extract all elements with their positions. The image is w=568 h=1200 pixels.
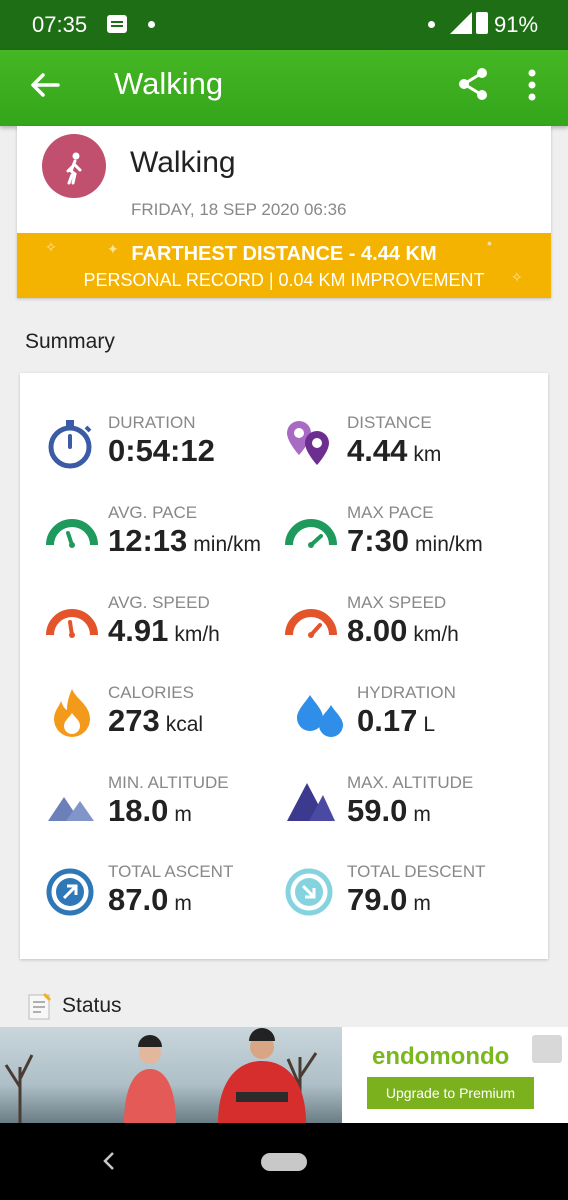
stat-unit: kcal [165, 713, 204, 736]
stat-total-descent: TOTAL DESCENT 79.0 m [285, 862, 535, 942]
record-detail: PERSONAL RECORD | 0.04 KM IMPROVEMENT [83, 270, 485, 290]
stat-value: 0:54:12 [108, 433, 215, 468]
stat-label: MAX PACE [347, 503, 434, 522]
notification-dot-icon [148, 21, 155, 28]
gauge-orange-icon [285, 609, 337, 638]
water-drops-icon [297, 695, 343, 737]
stat-duration: DURATION 0:54:12 [46, 413, 296, 493]
location-pins-icon [287, 421, 329, 465]
stat-unit: min/km [193, 533, 261, 556]
stat-unit: min/km [415, 533, 483, 556]
activity-title: Walking [130, 146, 236, 179]
gauge-green-icon [285, 519, 337, 548]
stat-unit: km/h [413, 623, 459, 646]
ascent-arrow-icon [46, 868, 94, 916]
stat-value: 59.0 [347, 793, 408, 828]
stat-max-speed: MAX SPEED 8.00 km/h [285, 593, 535, 673]
walking-avatar-icon [42, 134, 106, 198]
mountains-low-icon [48, 797, 94, 821]
summary-card: DURATION 0:54:12 DISTANCE 4.44 km AVG. PA… [20, 373, 548, 959]
stat-label: MAX. ALTITUDE [347, 773, 474, 792]
ad-choices-icon[interactable] [532, 1035, 562, 1063]
status-label: Status [62, 994, 122, 1017]
ad-brand: endomondo [372, 1043, 510, 1070]
system-nav-bar [0, 1123, 568, 1200]
stat-unit: m [174, 803, 192, 826]
stat-label: DISTANCE [347, 413, 432, 432]
stat-unit: km [413, 443, 442, 466]
stat-value: 273 [108, 703, 160, 738]
stat-value: 18.0 [108, 793, 169, 828]
gauge-green-icon [46, 519, 98, 548]
back-arrow-icon[interactable] [28, 68, 62, 102]
stat-unit: m [413, 892, 431, 915]
stopwatch-icon [48, 420, 92, 469]
stat-value: 7:30 [347, 523, 410, 558]
status-bar: 07:35 91% [0, 0, 568, 50]
page-title: Walking [114, 66, 224, 101]
ad-photo [0, 1027, 342, 1123]
notification-dot-icon [428, 21, 435, 28]
stat-value: 87.0 [108, 882, 169, 917]
personal-record-banner: ✧ ✦ ✧ • FARTHEST DISTANCE - 4.44 KM PERS… [17, 233, 551, 298]
stat-distance: DISTANCE 4.44 km [285, 413, 535, 493]
stat-label: DURATION [108, 413, 196, 432]
stat-label: TOTAL DESCENT [347, 862, 486, 881]
status-time: 07:35 [32, 12, 88, 37]
stat-value: 4.91 [108, 613, 169, 648]
message-notification-icon [107, 15, 127, 33]
nav-home-pill[interactable] [261, 1153, 307, 1171]
stat-value: 4.44 [347, 433, 408, 468]
upgrade-premium-button[interactable]: Upgrade to Premium [367, 1077, 534, 1109]
stat-label: CALORIES [108, 683, 194, 702]
stat-label: MIN. ALTITUDE [108, 773, 229, 792]
more-options-icon[interactable] [522, 68, 542, 102]
stat-value: 12:13 [108, 523, 188, 558]
ad-banner[interactable]: endomondo Upgrade to Premium [0, 1027, 568, 1123]
gauge-orange-icon [46, 609, 98, 638]
stat-value: 0.17 [357, 703, 418, 738]
app-bar: Walking [0, 50, 568, 126]
record-title: FARTHEST DISTANCE - 4.44 KM [131, 243, 437, 265]
stat-max-altitude: MAX. ALTITUDE 59.0 m [285, 773, 535, 853]
stat-avg-pace: AVG. PACE 12:13 min/km [46, 503, 296, 583]
share-icon[interactable] [456, 66, 490, 102]
stat-unit: m [174, 892, 192, 915]
stat-label: AVG. PACE [108, 503, 198, 522]
activity-date: FRIDAY, 18 SEP 2020 06:36 [131, 200, 347, 219]
stat-label: TOTAL ASCENT [108, 862, 234, 881]
stat-hydration: HYDRATION 0.17 L [297, 683, 547, 763]
stat-calories: CALORIES 273 kcal [46, 683, 296, 763]
nav-back-icon[interactable] [100, 1149, 118, 1173]
descent-arrow-icon [285, 868, 333, 916]
stat-min-altitude: MIN. ALTITUDE 18.0 m [46, 773, 296, 853]
signal-icon [450, 12, 472, 34]
notepad-icon [28, 992, 52, 1020]
stat-unit: m [413, 803, 431, 826]
stat-unit: km/h [174, 623, 220, 646]
stat-unit: L [423, 713, 436, 736]
summary-heading: Summary [25, 330, 115, 353]
stat-label: MAX SPEED [347, 593, 447, 612]
battery-icon [476, 12, 488, 34]
stat-label: AVG. SPEED [108, 593, 210, 612]
battery-percent: 91% [494, 12, 539, 37]
stat-avg-speed: AVG. SPEED 4.91 km/h [46, 593, 296, 673]
stat-value: 79.0 [347, 882, 408, 917]
activity-header-card: Walking FRIDAY, 18 SEP 2020 06:36 ✧ ✦ ✧ … [17, 126, 551, 298]
stat-value: 8.00 [347, 613, 408, 648]
stat-max-pace: MAX PACE 7:30 min/km [285, 503, 535, 583]
mountains-high-icon [287, 783, 335, 821]
stat-total-ascent: TOTAL ASCENT 87.0 m [46, 862, 296, 942]
stat-label: HYDRATION [357, 683, 456, 702]
flame-icon [54, 689, 90, 737]
